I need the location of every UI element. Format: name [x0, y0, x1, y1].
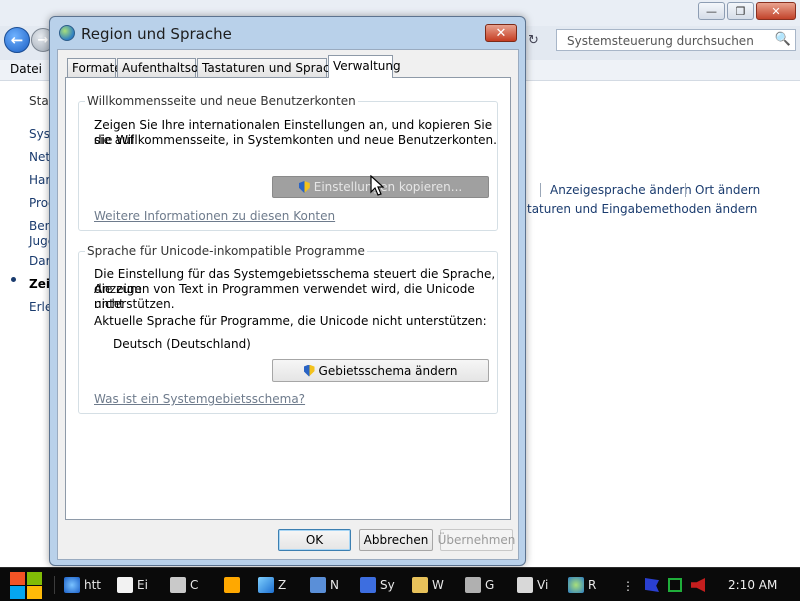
close-window-button[interactable]: ✕	[756, 2, 796, 20]
taskbar-item-document[interactable]: Ei	[117, 572, 148, 597]
tab-formats[interactable]: Formate	[67, 58, 122, 77]
region-language-dialog: Region und Sprache ✕ Formate Aufenthalts…	[49, 16, 526, 566]
taskbar-label: htt	[84, 577, 102, 592]
taskbar-item-w[interactable]: W	[412, 572, 444, 597]
tab-keyboards-languages[interactable]: Tastaturen und Sprachen	[197, 58, 352, 77]
app-icon	[170, 576, 186, 593]
taskbar-item-z[interactable]: Z	[258, 572, 286, 597]
window-controls: — ❐ ✕	[698, 2, 796, 20]
start-button[interactable]	[8, 570, 44, 600]
ok-button[interactable]: OK	[278, 529, 351, 551]
taskbar-item-browser[interactable]: htt	[64, 572, 101, 597]
globe-icon	[59, 25, 75, 41]
taskbar-label: Ei	[137, 577, 148, 592]
unicode-description-line3: unterstützen.	[94, 297, 175, 311]
taskbar-label: R	[588, 577, 597, 592]
globe-icon	[568, 576, 584, 593]
monitor-icon[interactable]	[668, 578, 682, 592]
taskbar-label: Vi	[537, 577, 549, 592]
taskbar-label: Z	[278, 577, 287, 592]
taskbar-item-system[interactable]: Sy	[360, 572, 395, 597]
uac-shield-icon	[303, 364, 315, 377]
windows-logo-part	[10, 586, 25, 599]
taskbar-item-g[interactable]: G	[465, 572, 494, 597]
search-icon[interactable]: 🔍	[775, 32, 791, 47]
windows-logo-part	[27, 586, 42, 599]
active-bullet	[11, 277, 16, 282]
menu-datei[interactable]: Datei	[10, 62, 42, 76]
media-player-icon	[224, 576, 240, 593]
taskbar-overflow-icon[interactable]: ⋮	[622, 573, 634, 598]
taskbar-item-media[interactable]	[224, 572, 240, 597]
tab-panel-administration: Willkommensseite und neue Benutzerkonten…	[65, 77, 511, 520]
dialog-close-button[interactable]: ✕	[485, 24, 517, 42]
flag-icon[interactable]	[645, 578, 659, 592]
taskbar-separator	[54, 576, 55, 594]
app-icon	[517, 576, 533, 593]
copy-settings-label: Einstellungen kopieren...	[313, 180, 463, 194]
taskbar-label: C	[190, 577, 199, 592]
app-icon	[258, 576, 274, 593]
change-locale-label: Gebietsschema ändern	[318, 363, 458, 378]
current-language-value: Deutsch (Deutschland)	[113, 337, 251, 351]
mouse-cursor-icon	[370, 175, 385, 196]
dialog-title: Region und Sprache	[81, 25, 232, 43]
group-unicode-title: Sprache für Unicode-inkompatible Program…	[85, 244, 367, 258]
taskbar-label: W	[432, 577, 444, 592]
refresh-icon[interactable]: ↻	[528, 33, 539, 48]
minimize-button[interactable]: —	[698, 2, 725, 20]
app-icon	[412, 576, 428, 593]
tab-administration[interactable]: Verwaltung	[328, 55, 401, 78]
change-locale-button[interactable]: Gebietsschema ändern	[272, 359, 489, 382]
link-change-display-language[interactable]: Anzeigesprache ändern	[550, 183, 692, 197]
uac-shield-icon	[298, 181, 310, 193]
taskbar-item-region[interactable]: R	[568, 572, 596, 597]
document-icon	[117, 576, 133, 593]
back-button[interactable]: ←	[4, 27, 30, 53]
tab-location[interactable]: Aufenthaltsort	[117, 58, 208, 77]
app-icon	[465, 576, 481, 593]
link-what-is-system-locale[interactable]: Was ist ein Systemgebietsschema?	[94, 392, 305, 406]
taskbar: htt Ei C Z N Sy W G Vi R ⋮ 2:10 AM	[0, 567, 800, 601]
taskbar-label: Sy	[380, 577, 395, 592]
taskbar-item-vi[interactable]: Vi	[517, 572, 548, 597]
group-welcome-screen: Willkommensseite und neue Benutzerkonten…	[78, 94, 498, 231]
taskbar-clock[interactable]: 2:10 AM	[728, 578, 777, 592]
link-separator	[685, 183, 686, 197]
link-change-location[interactable]: Ort ändern	[695, 183, 760, 197]
group-unicode-programs: Sprache für Unicode-inkompatible Program…	[78, 244, 498, 414]
taskbar-item-c[interactable]: C	[170, 572, 198, 597]
search-box[interactable]: 🔍	[556, 29, 796, 51]
current-language-label: Aktuelle Sprache für Programme, die Unic…	[94, 314, 487, 328]
link-keyboards-input[interactable]: taturen und Eingabemethoden ändern	[527, 202, 757, 216]
taskbar-item-network[interactable]: N	[310, 572, 339, 597]
welcome-description-line2: die Willkommensseite, in Systemkonten un…	[94, 133, 497, 147]
dialog-body: Formate Aufenthaltsort Tastaturen und Sp…	[57, 49, 519, 560]
search-input[interactable]	[565, 31, 774, 51]
windows-logo-icon	[10, 572, 25, 585]
dialog-titlebar[interactable]: Region und Sprache ✕	[50, 17, 525, 49]
group-welcome-title: Willkommensseite und neue Benutzerkonten	[85, 94, 358, 108]
link-more-info-accounts[interactable]: Weitere Informationen zu diesen Konten	[94, 209, 335, 223]
taskbar-label: G	[485, 577, 495, 592]
network-icon	[310, 576, 326, 593]
windows-logo-part	[27, 572, 42, 585]
maximize-button[interactable]: ❐	[727, 2, 754, 20]
taskbar-label: N	[330, 577, 339, 592]
browser-icon	[64, 576, 80, 593]
volume-muted-icon[interactable]	[691, 578, 705, 592]
cancel-button[interactable]: Abbrechen	[359, 529, 433, 551]
system-icon	[360, 576, 376, 593]
link-separator	[540, 183, 541, 197]
apply-button[interactable]: Übernehmen	[438, 529, 515, 551]
